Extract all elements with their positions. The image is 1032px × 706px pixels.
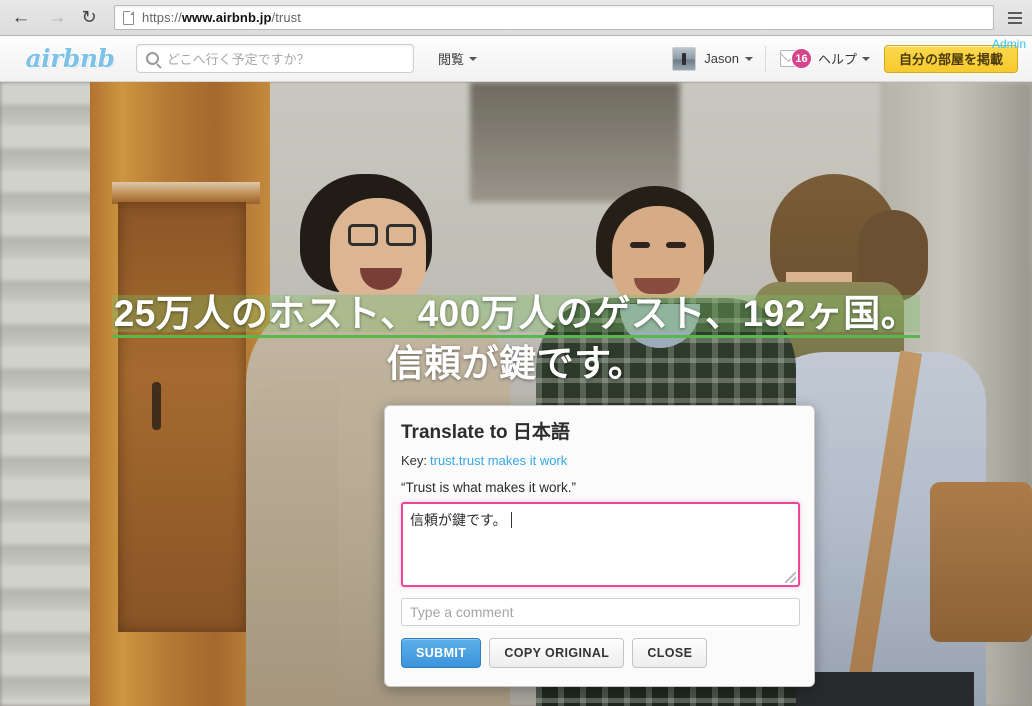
address-bar[interactable]: https://www.airbnb.jp/trust <box>114 5 994 30</box>
header-right-group: Jason 16 ヘルプ 自分の部屋を掲載 <box>672 36 1018 81</box>
key-value-link[interactable]: trust.trust makes it work <box>430 453 567 468</box>
help-menu[interactable]: ヘルプ <box>818 49 870 68</box>
browse-menu[interactable]: 閲覧 <box>438 49 478 68</box>
help-menu-label: ヘルプ <box>817 52 857 67</box>
browser-toolbar: ← → ↻ https://www.airbnb.jp/trust <box>0 0 1032 36</box>
translation-key-row: Key: trust.trust makes it work <box>401 453 798 468</box>
site-header: airbnb どこへ行く予定ですか？ 閲覧 Jason 16 ヘルプ 自分の部屋… <box>0 36 1032 82</box>
avatar <box>672 46 697 71</box>
translate-dialog: Translate to 日本語 Key: trust.trust makes i… <box>384 405 815 687</box>
admin-link[interactable]: Admin <box>992 37 1026 51</box>
browser-window: ← → ↻ https://www.airbnb.jp/trust airbnb… <box>0 0 1032 706</box>
messages-button[interactable]: 16 <box>766 48 818 69</box>
hero-line-2: 信頼が鍵です。 <box>386 342 646 384</box>
search-placeholder: どこへ行く予定ですか？ <box>167 52 310 67</box>
url-scheme: https:// <box>142 10 182 25</box>
dialog-title: Translate to 日本語 <box>401 422 570 443</box>
copy-original-button[interactable]: COPY ORIGINAL <box>489 637 625 668</box>
close-button[interactable]: CLOSE <box>632 637 708 668</box>
url-path: /trust <box>271 10 301 25</box>
translation-text: 信頼が鍵です。 <box>410 511 507 528</box>
hero-line-2-wrap[interactable]: 信頼が鍵です。 <box>381 342 652 386</box>
forward-arrow-icon[interactable]: → <box>42 3 72 33</box>
hero-line-2-row: 信頼が鍵です。 <box>0 342 1032 386</box>
back-arrow-icon[interactable]: ← <box>6 3 36 33</box>
browse-menu-label: 閲覧 <box>438 52 465 67</box>
search-icon <box>146 52 159 65</box>
user-menu[interactable]: Jason <box>672 46 765 71</box>
chevron-down-icon <box>744 56 753 61</box>
comment-placeholder: Type a comment <box>410 603 514 620</box>
chevron-down-icon <box>861 56 870 61</box>
hero-line-1: 25万人のホスト、400万人のゲスト、192ヶ国。 <box>113 293 919 334</box>
key-label: Key: <box>401 452 428 468</box>
url-text: https://www.airbnb.jp/trust <box>142 10 301 25</box>
dialog-actions: SUBMIT COPY ORIGINAL CLOSE <box>401 637 798 668</box>
user-name-label: Jason <box>704 51 739 66</box>
search-input[interactable]: どこへ行く予定ですか？ <box>136 44 414 73</box>
hero-line-1-wrap[interactable]: 25万人のホスト、400万人のゲスト、192ヶ国。 <box>108 292 925 338</box>
text-cursor <box>510 511 512 528</box>
reload-icon[interactable]: ↻ <box>74 3 104 33</box>
hamburger-menu-icon[interactable] <box>1002 3 1028 33</box>
page-icon <box>123 10 134 25</box>
source-string: “Trust is what makes it work.” <box>401 479 577 495</box>
resize-grip-icon[interactable] <box>785 571 796 583</box>
translation-underline <box>111 334 921 338</box>
submit-button[interactable]: SUBMIT <box>401 637 482 668</box>
airbnb-logo[interactable]: airbnb <box>18 44 122 74</box>
chevron-down-icon <box>469 56 478 61</box>
url-host: www.airbnb.jp <box>181 10 272 25</box>
message-count-badge: 16 <box>790 48 812 69</box>
hero-headline: 25万人のホスト、400万人のゲスト、192ヶ国。 信頼が鍵です。 <box>0 292 1032 385</box>
translation-textarea[interactable]: 信頼が鍵です。 <box>401 501 800 587</box>
comment-input[interactable]: Type a comment <box>401 597 800 626</box>
